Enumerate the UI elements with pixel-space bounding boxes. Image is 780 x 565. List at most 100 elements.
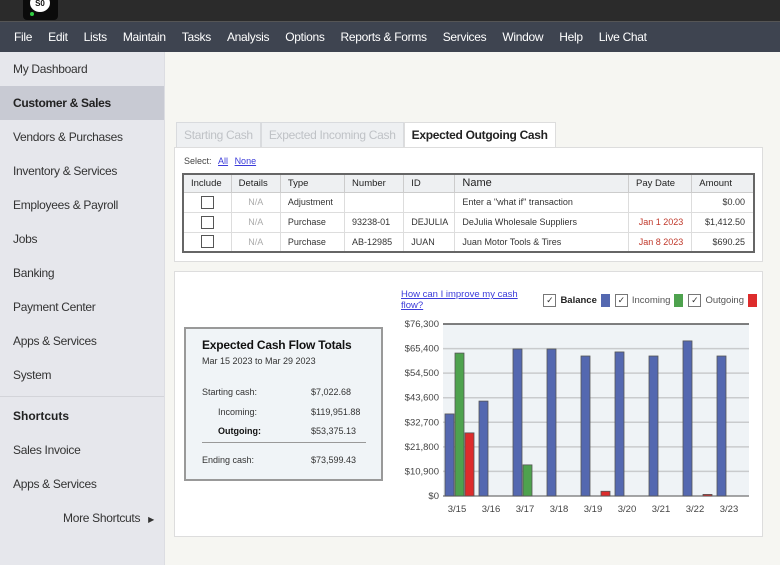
sidebar-item-system[interactable]: System (0, 358, 164, 392)
outgoing-cash-panel: Select: All None Include Details Type Numbe… (174, 147, 763, 262)
number-cell: 93238-01 (344, 211, 405, 233)
pay-date-cell: Jan 1 2023 (628, 211, 693, 233)
menu-lists[interactable]: Lists (76, 30, 115, 44)
bar-incoming-3-15 (454, 352, 465, 497)
y-tick-label: $43,600 (405, 393, 439, 404)
bar-balance-3-16 (478, 400, 489, 497)
column-header-details[interactable]: Details (230, 173, 281, 193)
name-cell: Juan Motor Tools & Tires (454, 231, 630, 253)
x-tick-label: 3/19 (584, 504, 603, 515)
tab-expected-incoming-cash[interactable]: Expected Incoming Cash (260, 122, 404, 148)
plot-area (443, 324, 749, 496)
more-shortcuts-label: More Shortcuts (63, 511, 141, 525)
shortcut-sales-invoice[interactable]: Sales Invoice (0, 433, 164, 467)
triangle-right-icon: ▶ (148, 515, 155, 524)
menu-maintain[interactable]: Maintain (115, 30, 174, 44)
incoming-toggle-checkbox[interactable]: ✓ (614, 293, 628, 307)
ending-cash-value: $73,599.43 (311, 455, 357, 465)
menu-analysis[interactable]: Analysis (219, 30, 277, 44)
menu-tasks[interactable]: Tasks (174, 30, 219, 44)
details-cell: N/A (230, 211, 281, 233)
bar-balance-3-19 (580, 355, 591, 497)
menu-help[interactable]: Help (551, 30, 590, 44)
name-cell[interactable]: Enter a "what if" transaction (454, 191, 630, 213)
menu-live-chat[interactable]: Live Chat (591, 30, 655, 44)
sidebar-item-customer-sales[interactable]: Customer & Sales (0, 86, 164, 120)
bar-balance-3-22 (682, 340, 693, 497)
column-header-id[interactable]: ID (403, 173, 456, 193)
menu-edit[interactable]: Edit (40, 30, 75, 44)
include-checkbox[interactable] (200, 215, 214, 229)
sidebar-item-employees-payroll[interactable]: Employees & Payroll (0, 188, 164, 222)
sidebar-item-payment-center[interactable]: Payment Center (0, 290, 164, 324)
amount-cell: $0.00 (691, 191, 755, 213)
more-shortcuts-button[interactable]: More Shortcuts ▶ (0, 501, 164, 535)
column-header-number[interactable]: Number (344, 173, 405, 193)
id-cell: DEJULIA (403, 211, 456, 233)
incoming-label: Incoming: (218, 407, 258, 417)
include-checkbox[interactable] (200, 195, 214, 209)
details-cell: N/A (230, 191, 281, 213)
sidebar-item-apps-services[interactable]: Apps & Services (0, 324, 164, 358)
column-header-name[interactable]: Name (454, 173, 630, 193)
app-logo: S0 (23, 0, 58, 20)
incoming-legend-label: Incoming (631, 294, 671, 306)
column-header-include[interactable]: Include (182, 173, 232, 193)
ending-cash-label: Ending cash: (202, 455, 255, 465)
column-header-type[interactable]: Type (279, 173, 346, 193)
x-tick-label: 3/16 (482, 504, 501, 515)
amount-cell: $1,412.50 (691, 211, 755, 233)
tab-starting-cash[interactable]: Starting Cash (176, 122, 261, 148)
select-none-link[interactable]: None (235, 156, 257, 166)
sidebar-item-jobs[interactable]: Jobs (0, 222, 164, 256)
shortcut-apps-services[interactable]: Apps & Services (0, 467, 164, 501)
sidebar-item-inventory-services[interactable]: Inventory & Services (0, 154, 164, 188)
column-header-amount[interactable]: Amount (691, 173, 755, 193)
outgoing-legend-label: Outgoing (705, 294, 744, 306)
sidebar-item-vendors-purchases[interactable]: Vendors & Purchases (0, 120, 164, 154)
incoming-value: $119,951.88 (311, 407, 361, 417)
outgoing-legend-swatch (748, 293, 757, 307)
sidebar-item-banking[interactable]: Banking (0, 256, 164, 290)
include-cell (182, 191, 232, 213)
x-tick-label: 3/22 (686, 504, 705, 515)
bar-outgoing-3-22 (702, 494, 713, 497)
type-cell: Adjustment (279, 191, 346, 213)
tab-expected-outgoing-cash[interactable]: Expected Outgoing Cash (403, 122, 556, 149)
outgoing-label: Outgoing: (218, 426, 261, 436)
sidebar-item-my-dashboard[interactable]: My Dashboard (0, 52, 164, 86)
logo-badge: S0 (30, 0, 50, 12)
menu-options[interactable]: Options (277, 30, 332, 44)
select-row: Select: All None (184, 156, 256, 166)
totals-title: Expected Cash Flow Totals (202, 338, 352, 352)
id-cell: JUAN (403, 231, 456, 253)
menu-window[interactable]: Window (494, 30, 551, 44)
cash-flow-chart-panel: How can I improve my cash flow? ✓ Balance… (174, 271, 763, 537)
x-tick-label: 3/15 (448, 504, 467, 515)
table-row: N/A Purchase 93238-01 DEJULIA DeJulia Wholes… (182, 211, 755, 233)
details-cell: N/A (230, 231, 281, 253)
outgoing-value: $53,375.13 (311, 426, 357, 436)
chart-legend: How can I improve my cash flow? ✓ Balance… (401, 289, 762, 311)
improve-cash-flow-link[interactable]: How can I improve my cash flow? (401, 289, 533, 311)
table-header-row: Include Details Type Number ID Name Pay Date Am… (182, 173, 755, 193)
id-cell (403, 191, 456, 213)
online-status-dot (30, 12, 34, 16)
include-checkbox[interactable] (200, 235, 214, 249)
menu-file[interactable]: File (6, 30, 40, 44)
column-header-pay-date[interactable]: Pay Date (628, 173, 693, 193)
number-cell: AB-12985 (344, 231, 405, 253)
cash-flow-bar-chart: $0 $10,900 $21,800 $32,700 $43,600 $54,500 $65… (405, 319, 749, 515)
y-tick-label: $65,400 (405, 344, 439, 355)
cash-flow-totals-box: Expected Cash Flow Totals Mar 15 2023 to… (184, 327, 383, 481)
select-all-link[interactable]: All (218, 156, 228, 166)
balance-toggle-checkbox[interactable]: ✓ (543, 293, 557, 307)
pay-date-cell: Jan 8 2023 (628, 231, 693, 253)
bar-balance-3-15 (444, 413, 455, 497)
y-tick-label: $32,700 (405, 417, 439, 428)
menu-services[interactable]: Services (435, 30, 495, 44)
include-cell (182, 211, 232, 233)
menu-reports-forms[interactable]: Reports & Forms (333, 30, 435, 44)
outgoing-toggle-checkbox[interactable]: ✓ (688, 293, 702, 307)
bar-balance-3-17 (512, 348, 523, 497)
